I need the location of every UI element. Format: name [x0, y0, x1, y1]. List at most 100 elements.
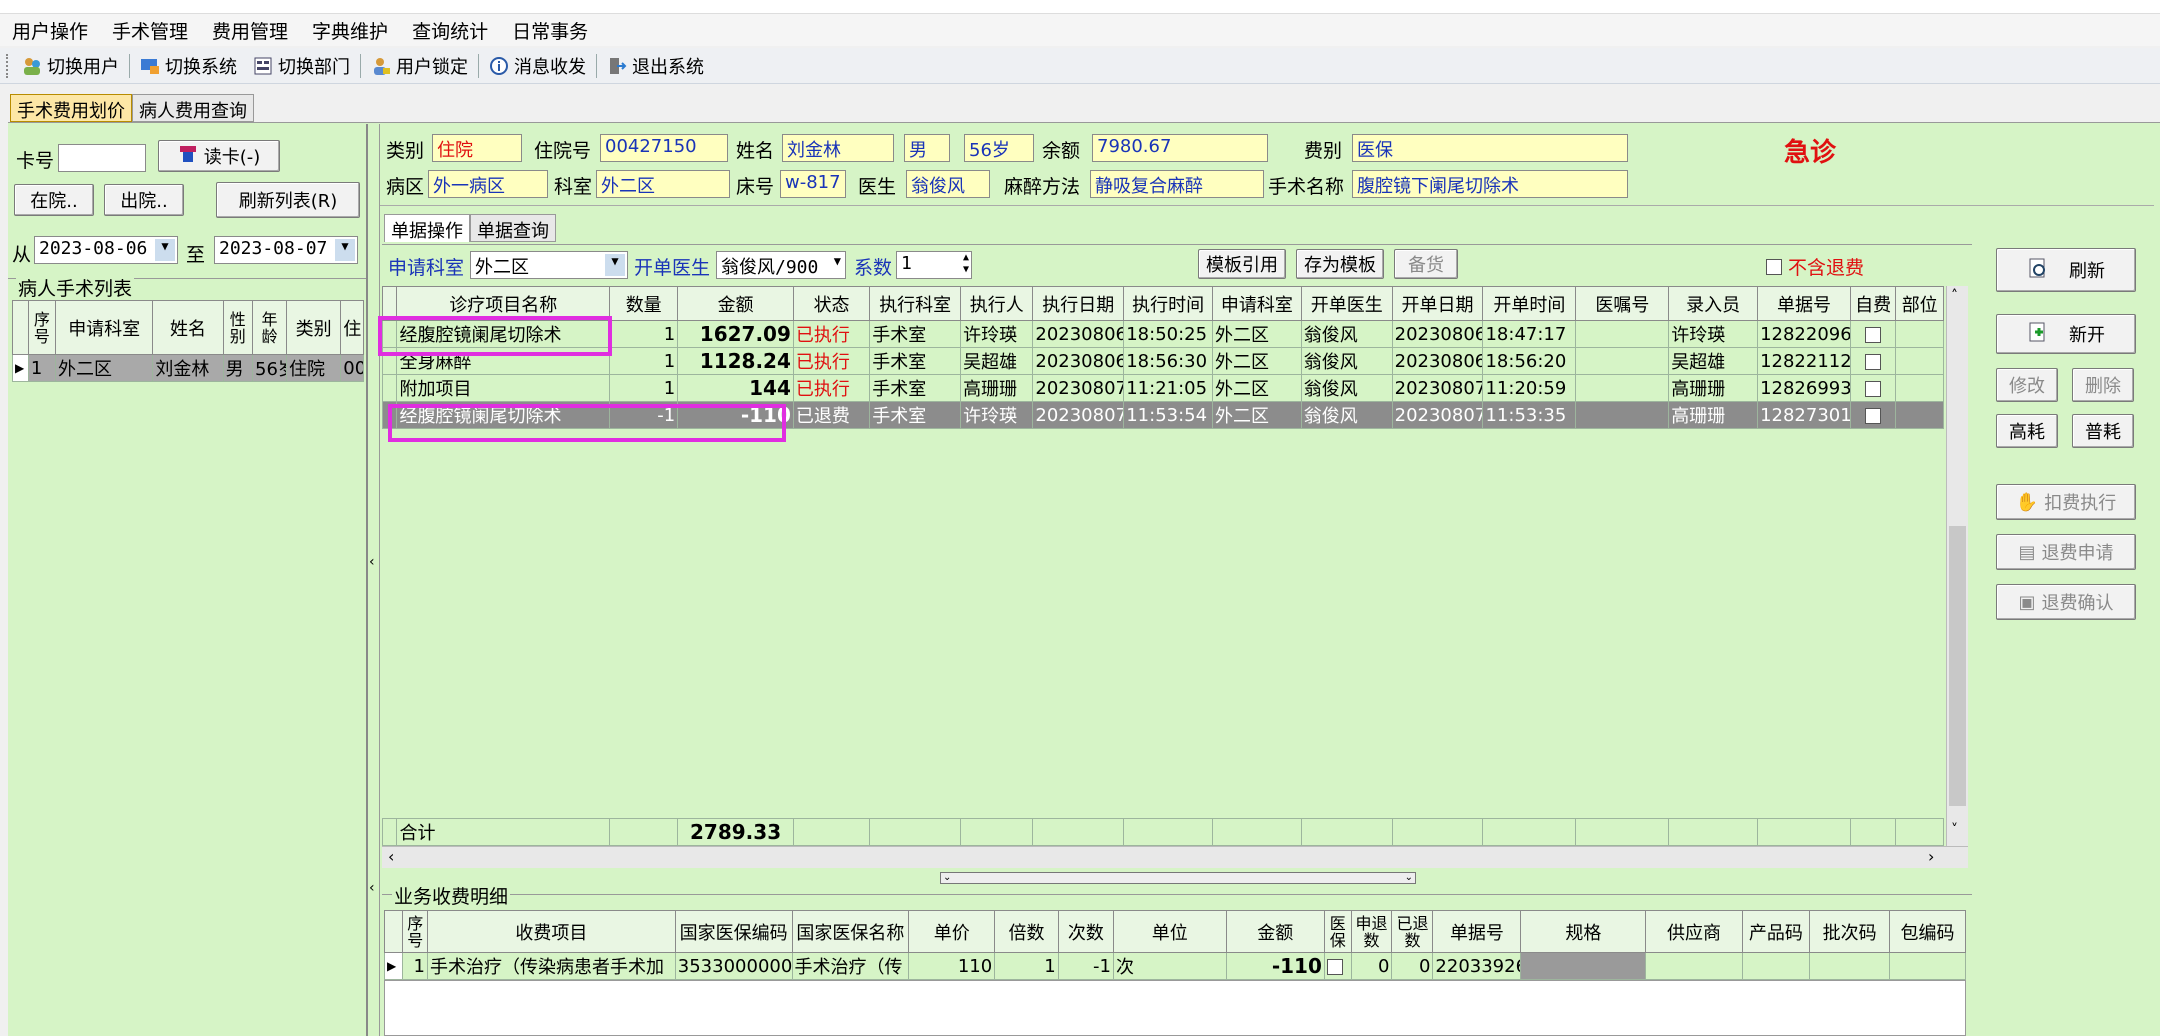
col-receipt-no: 单据号 [1757, 286, 1851, 321]
col-exec-time: 执行时间 [1123, 286, 1213, 321]
col-exec-dept: 执行科室 [869, 286, 962, 321]
col-amount: 金额 [677, 286, 794, 321]
normal-consumable-button[interactable]: 普耗 [2072, 414, 2134, 448]
user-lock-icon [371, 56, 391, 76]
right-button-panel: 刷新 新开 修改 删除 高耗 普耗 ✋ 扣费执行 ▤ 退费申请 ▣ 退费确认 [1972, 244, 2154, 644]
department-icon [253, 56, 273, 76]
name-field: 刘金林 [782, 134, 894, 162]
refund-apply-button[interactable]: ▤ 退费申请 [1996, 534, 2136, 570]
out-hospital-button[interactable]: 出院.. [104, 184, 184, 216]
splitter[interactable]: ‹ ‹ [368, 124, 380, 1036]
exit-icon [607, 56, 627, 76]
balance-field: 7980.67 [1092, 134, 1268, 162]
scroll-right-icon[interactable]: › [1928, 847, 1934, 866]
scroll-down-icon[interactable]: ˅ [1951, 822, 1958, 838]
menu-query[interactable]: 查询统计 [412, 17, 488, 44]
stock-button[interactable]: 备货 [1394, 249, 1458, 279]
tab-receipt-query[interactable]: 单据查询 [470, 214, 556, 242]
exit-button[interactable]: 退出系统 [599, 51, 712, 81]
menu-daily[interactable]: 日常事务 [512, 17, 588, 44]
date-from-dropdown-icon[interactable]: ▼ [155, 239, 175, 261]
table-row[interactable]: 附加项目 1 144 已执行 手术室 高珊珊 20230807 11:21:05… [381, 374, 1944, 402]
switch-user-button[interactable]: 切换用户 [14, 51, 127, 81]
col-order-time: 开单时间 [1482, 286, 1577, 321]
menu-surgery[interactable]: 手术管理 [112, 17, 188, 44]
messages-button[interactable]: 消息收发 [481, 51, 594, 81]
card-label: 卡号 [16, 150, 55, 172]
switch-system-button[interactable]: 切换系统 [132, 51, 245, 81]
emergency-label: 急诊 [1784, 138, 1837, 168]
tab-surgery-pricing[interactable]: 手术费用划价 [10, 94, 132, 122]
coefficient-spinner[interactable]: 1 ▲ ▼ [896, 251, 972, 279]
scroll-up-icon[interactable]: ˄ [1951, 288, 1958, 304]
card-input[interactable] [58, 144, 146, 172]
refresh-icon [2027, 257, 2049, 284]
col-age: 年龄 [252, 300, 287, 355]
self-pay-checkbox[interactable] [1849, 374, 1897, 402]
no-refund-checkbox[interactable] [1766, 255, 1782, 277]
info-icon [489, 56, 509, 76]
refresh-button[interactable]: 刷新 [1996, 248, 2136, 292]
col-exec-date: 执行日期 [1032, 286, 1125, 321]
charge-execute-button[interactable]: ✋ 扣费执行 [1996, 484, 2136, 520]
insurance-checkbox[interactable] [1323, 952, 1352, 980]
vertical-scrollbar[interactable]: ˄ ˅ [1946, 286, 1968, 846]
refresh-list-button[interactable]: 刷新列表(R) [216, 182, 360, 218]
sub-tabs: 单据操作 单据查询 [384, 214, 556, 242]
col-doctor: 开单医生 [1300, 286, 1393, 321]
delete-button[interactable]: 删除 [2072, 368, 2134, 402]
panel-splitter[interactable]: ⌄ ⌄ [940, 872, 1416, 884]
confirm-icon: ▣ [2018, 591, 2036, 613]
spinner-icon[interactable]: ▲ ▼ [963, 252, 969, 276]
col-apply-dept: 申请科室 [1212, 286, 1302, 321]
doctor-field: 翁俊风 [906, 170, 990, 198]
detail-empty-area [384, 980, 1966, 1036]
save-template-button[interactable]: 存为模板 [1296, 249, 1384, 279]
menu-fees[interactable]: 费用管理 [212, 17, 288, 44]
apply-dept-select[interactable]: 外二区 ▼ [470, 251, 628, 279]
lock-user-button[interactable]: 用户锁定 [363, 51, 476, 81]
total-row: 合计 2789.33 [381, 818, 1944, 846]
surgery-name-field: 腹腔镜下阑尾切除术 [1352, 170, 1628, 198]
menu-dictionary[interactable]: 字典维护 [312, 17, 388, 44]
col-executor: 执行人 [960, 286, 1034, 321]
dept-field: 外二区 [596, 170, 730, 198]
table-row[interactable]: 经腹腔镜阑尾切除术 1 1627.09 已执行 手术室 许玲瑛 20230806… [381, 320, 1944, 348]
high-consumable-button[interactable]: 高耗 [1996, 414, 2058, 448]
table-row[interactable]: 全身麻醉 1 1128.24 已执行 手术室 吴超雄 20230806 18:5… [381, 347, 1944, 375]
switch-dept-button[interactable]: 切换部门 [245, 51, 358, 81]
dropdown-icon[interactable]: ▼ [605, 254, 625, 276]
date-to-dropdown-icon[interactable]: ▼ [335, 239, 355, 261]
refund-confirm-button[interactable]: ▣ 退费确认 [1996, 584, 2136, 620]
table-row[interactable]: ▶ 1 手术治疗（传染病患者手术加 35330000001 手术治疗（传 110… [383, 952, 1966, 980]
table-row[interactable]: 经腹腔镜阑尾切除术 -1 -110 已退费 手术室 许玲瑛 20230807 1… [381, 401, 1944, 429]
tab-receipt-ops[interactable]: 单据操作 [384, 214, 470, 242]
self-pay-checkbox[interactable] [1849, 320, 1897, 348]
doctor-select[interactable]: 翁俊风/900 ▼ [716, 251, 846, 279]
table-row[interactable]: ▶ 1 外二区 刘金林 男 56岁 住院 00 [12, 354, 364, 382]
date-to-input[interactable]: 2023-08-07 ▼ [214, 236, 358, 264]
left-panel: 卡号 读卡(-) 在院.. 出院.. 刷新列表(R) 从 2023-08-06 ▼… [8, 124, 368, 1036]
col-inpatient: 住 [340, 300, 364, 355]
template-use-button[interactable]: 模板引用 [1198, 249, 1286, 279]
edit-button[interactable]: 修改 [1996, 368, 2058, 402]
menu-user-ops[interactable]: 用户操作 [12, 17, 88, 44]
in-hospital-button[interactable]: 在院.. [14, 184, 94, 216]
dropdown-icon[interactable]: ▼ [834, 254, 841, 268]
tab-patient-fee-query[interactable]: 病人费用查询 [132, 94, 254, 122]
col-self-pay: 自费 [1849, 286, 1897, 321]
inpatient-no-field: 00427150 [600, 134, 728, 162]
main-tabs: 手术费用划价 病人费用查询 [10, 94, 254, 122]
type-field: 住院 [432, 134, 522, 162]
patient-list-table: 序号 申请科室 姓名 性别 年龄 类别 住 ▶ 1 外二区 刘金林 男 56岁 … [12, 300, 364, 382]
col-entered-by: 录入员 [1668, 286, 1759, 321]
new-button[interactable]: 新开 [1996, 314, 2136, 354]
date-from-input[interactable]: 2023-08-06 ▼ [34, 236, 178, 264]
horizontal-scrollbar[interactable]: ‹ › [382, 846, 1968, 868]
self-pay-checkbox[interactable] [1849, 401, 1897, 429]
scroll-thumb[interactable] [1949, 526, 1966, 806]
scroll-left-icon[interactable]: ‹ [388, 847, 394, 866]
self-pay-checkbox[interactable] [1849, 347, 1897, 375]
read-card-button[interactable]: 读卡(-) [158, 140, 280, 172]
grid-corner [383, 910, 404, 953]
